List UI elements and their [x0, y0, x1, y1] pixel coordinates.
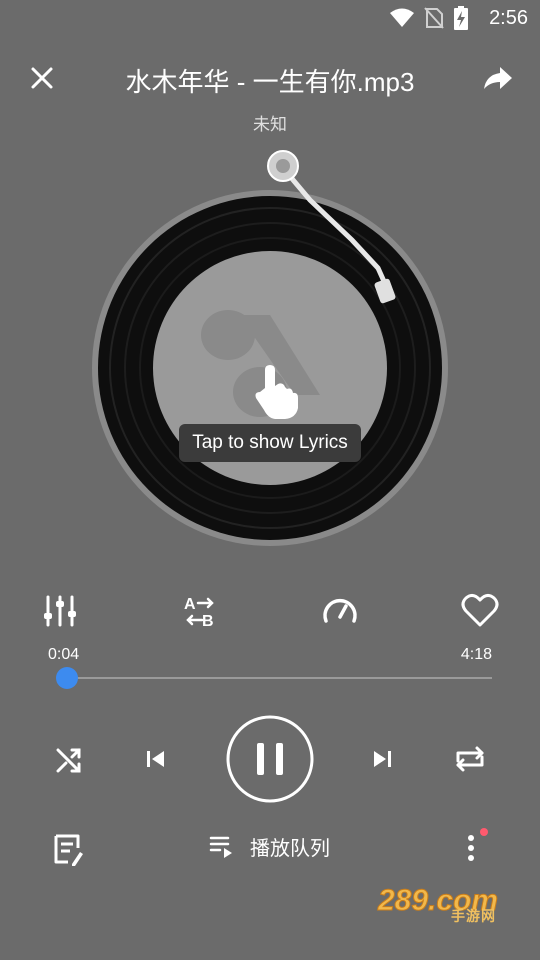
- no-sim-icon: [424, 7, 444, 29]
- queue-label: 播放队列: [250, 837, 330, 860]
- shuffle-icon: [56, 748, 81, 773]
- vinyl-disc[interactable]: [80, 140, 460, 560]
- svg-text:A: A: [184, 596, 196, 613]
- favorite-icon: [461, 593, 499, 627]
- speed-icon: [323, 598, 357, 623]
- ab-repeat-button[interactable]: A B: [176, 587, 224, 635]
- previous-icon: [147, 751, 164, 767]
- close-icon: [31, 67, 53, 89]
- pause-button[interactable]: [225, 714, 315, 804]
- status-icons: [390, 6, 468, 30]
- wifi-icon: [390, 8, 414, 27]
- pause-icon: [226, 715, 314, 803]
- favorite-button[interactable]: [456, 587, 504, 635]
- equalizer-icon: [44, 595, 76, 627]
- current-time: 0:04: [48, 646, 80, 663]
- shuffle-button[interactable]: [41, 731, 97, 787]
- ab-repeat-icon: A B: [184, 596, 214, 630]
- watermark-logo: 289.com: [377, 884, 499, 918]
- svg-text:B: B: [202, 613, 214, 630]
- more-options-button[interactable]: [450, 824, 494, 872]
- speed-button[interactable]: [316, 587, 364, 635]
- share-icon: [484, 67, 512, 89]
- total-time: 4:18: [460, 646, 492, 663]
- previous-button[interactable]: [127, 731, 183, 787]
- status-time: 2:56: [489, 7, 528, 29]
- equalizer-button[interactable]: [36, 587, 84, 635]
- lyrics-edit-icon: [54, 834, 83, 866]
- status-bar: 2:56: [0, 0, 540, 36]
- watermark-sub: 手游网: [451, 908, 496, 924]
- play-queue-button[interactable]: 播放队列: [208, 826, 330, 866]
- close-button[interactable]: [22, 58, 62, 98]
- site-watermark: 289.com: [374, 878, 524, 928]
- lyrics-tooltip[interactable]: Tap to show Lyrics: [179, 424, 361, 462]
- progress-thumb[interactable]: [55, 667, 78, 689]
- song-title: 水木年华 - 一生有你.mp3: [125, 67, 415, 97]
- artist-label: 未知: [253, 115, 287, 134]
- next-icon: [374, 751, 391, 767]
- battery-charging-icon: [454, 6, 468, 30]
- repeat-button[interactable]: [442, 731, 498, 787]
- next-button[interactable]: [355, 731, 411, 787]
- repeat-icon: [456, 746, 484, 772]
- queue-list-icon: [209, 836, 232, 858]
- notification-dot: [480, 828, 488, 836]
- lyrics-edit-button[interactable]: [44, 826, 92, 874]
- more-vertical-icon: [468, 828, 488, 861]
- progress-track[interactable]: [60, 677, 492, 679]
- share-button[interactable]: [478, 58, 518, 98]
